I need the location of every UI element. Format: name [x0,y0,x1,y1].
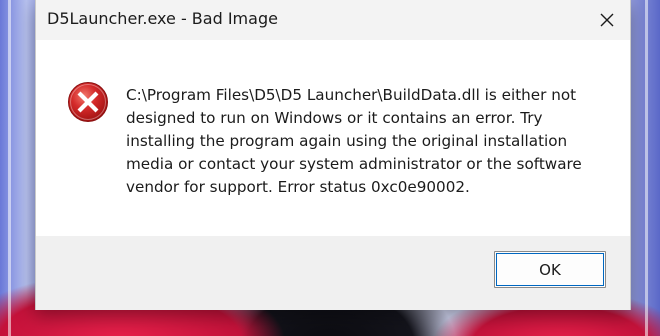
close-icon [600,13,614,27]
ok-button[interactable]: OK [494,251,606,288]
dialog-footer: OK [36,236,630,310]
dialog-content: C:\Program Files\D5\D5 Launcher\BuildDat… [36,40,630,236]
wallpaper-stripe [645,0,648,336]
error-dialog: D5Launcher.exe - Bad Image C:\Program Fi… [35,0,631,310]
window-title: D5Launcher.exe - Bad Image [47,9,278,28]
error-icon [67,81,109,123]
title-bar[interactable]: D5Launcher.exe - Bad Image [36,0,630,40]
error-message: C:\Program Files\D5\D5 Launcher\BuildDat… [126,86,582,196]
close-button[interactable] [584,0,630,40]
wallpaper-stripe [8,0,11,336]
